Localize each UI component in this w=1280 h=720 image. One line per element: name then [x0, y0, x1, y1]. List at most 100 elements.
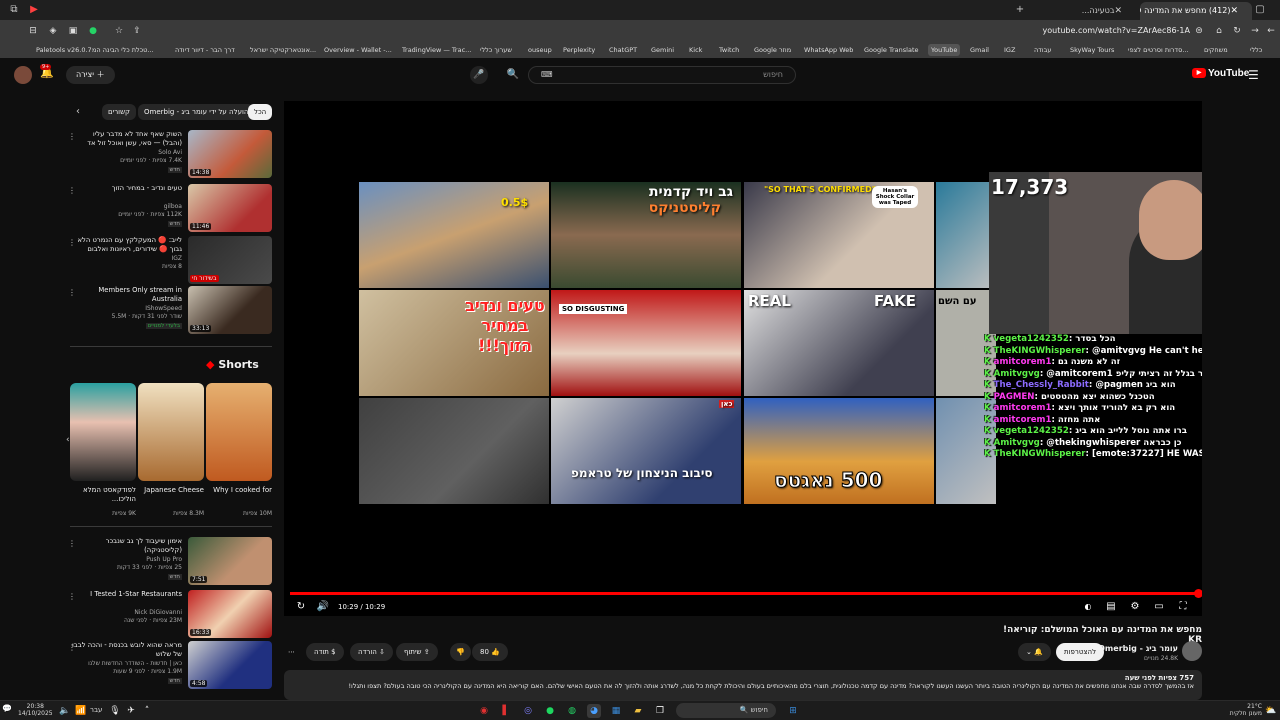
- bookmark-item[interactable]: Paletools v26.0.7: [36, 44, 92, 56]
- bookmark-item[interactable]: Twitch: [719, 44, 739, 56]
- more-options-icon[interactable]: ⋮: [68, 643, 76, 652]
- volume-icon[interactable]: 🔊: [316, 600, 330, 614]
- task-view-icon[interactable]: ❐: [653, 704, 667, 718]
- notification-bell-button[interactable]: 🔔 ⌄: [1018, 643, 1051, 661]
- network-tray-icon[interactable]: 📶: [74, 704, 88, 718]
- app-icon[interactable]: ▌: [499, 704, 513, 718]
- window-menu-icon[interactable]: ⧉: [4, 0, 24, 20]
- channel-name[interactable]: IShowSpeed: [72, 305, 182, 312]
- bookmark-item[interactable]: Perplexity: [563, 44, 595, 56]
- thanks-button[interactable]: $ תודה: [306, 643, 344, 661]
- video-thumbnail[interactable]: 33:13: [188, 286, 272, 334]
- video-player[interactable]: 0.5$ גב ויד קדמית קליסטניקס "SO THAT'S C…: [284, 101, 1202, 616]
- channel-avatar[interactable]: [1182, 641, 1202, 661]
- youtube-tab-icon[interactable]: ▶: [24, 0, 44, 20]
- system-clock[interactable]: 20:38 14/10/2025: [18, 703, 53, 717]
- list-item[interactable]: 16:33 I Tested 1-Star Restaurants Nick D…: [66, 590, 272, 638]
- chevron-left-icon[interactable]: ‹: [76, 106, 80, 117]
- microphone-icon[interactable]: 🎤: [470, 66, 488, 84]
- bookmark-item[interactable]: WhatsApp Web: [804, 44, 853, 56]
- bookmark-item[interactable]: Google מוזר: [754, 44, 791, 56]
- download-button[interactable]: ⇩ הורדה: [350, 643, 393, 661]
- channel-name[interactable]: Push Up Pro: [72, 556, 182, 563]
- extensions-icon[interactable]: ▣: [66, 24, 80, 38]
- tab-loading[interactable]: ✕בטעינה...: [1040, 2, 1136, 20]
- video-title[interactable]: לייב: 🔴 המעקלקץ עם הנמרט הלא גבוך 🔴 שידו…: [72, 236, 182, 254]
- hamburger-menu-icon[interactable]: ☰: [1248, 68, 1259, 82]
- video-title[interactable]: השוק שאף אחד לא מדבר עליו (והבל) — סאי, …: [72, 130, 182, 148]
- video-thumbnail[interactable]: בשידור חי: [188, 236, 272, 284]
- short-title[interactable]: לפודקאסט המלא הוליכו...: [70, 486, 136, 504]
- fullscreen-icon[interactable]: ⛶: [1176, 600, 1190, 614]
- bookmark-item[interactable]: IGZ: [1004, 44, 1015, 56]
- settings-gear-icon[interactable]: ⚙: [1128, 600, 1142, 614]
- bookmark-item[interactable]: אונטארקטיקה ישראל...: [250, 44, 316, 56]
- channel-name[interactable]: Solo Avi: [72, 149, 182, 156]
- whatsapp-taskbar-icon[interactable]: ◍: [565, 704, 579, 718]
- bookmark-item[interactable]: ChatGPT: [609, 44, 637, 56]
- tab-active[interactable]: ✕(412) מחפש את המדינה עם הא...: [1140, 2, 1252, 20]
- list-item[interactable]: בשידור חי לייב: 🔴 המעקלקץ עם הנמרט הלא ג…: [66, 236, 272, 284]
- subtitles-icon[interactable]: ▤: [1104, 600, 1118, 614]
- whatsapp-icon[interactable]: ●: [86, 24, 100, 38]
- sidebar-toggle-icon[interactable]: ⊟: [26, 24, 40, 38]
- bookmark-item[interactable]: Gemini: [651, 44, 674, 56]
- video-title[interactable]: מראה שהוא לובש בכנסת - והכה לבבו של שלוש: [72, 641, 182, 659]
- notification-icon[interactable]: 💬: [2, 704, 12, 718]
- maximize-icon[interactable]: ▢: [1250, 0, 1270, 20]
- more-options-icon[interactable]: ⋮: [68, 592, 76, 601]
- new-tab-icon[interactable]: +: [1010, 0, 1030, 20]
- join-button[interactable]: להצטרפות: [1056, 643, 1105, 661]
- url-field[interactable]: youtube.com/watch?v=ZArAec86-1A: [1040, 24, 1191, 38]
- progress-scrubber[interactable]: [1194, 589, 1202, 598]
- volume-tray-icon[interactable]: 🔈: [58, 704, 72, 718]
- more-actions-icon[interactable]: ⋯: [284, 643, 299, 661]
- telegram-tray-icon[interactable]: ✈: [124, 704, 138, 718]
- chevron-left-icon[interactable]: ‹: [66, 435, 70, 445]
- bookmark-item[interactable]: כללי: [1250, 44, 1262, 56]
- file-explorer-icon[interactable]: ▰: [631, 704, 645, 718]
- list-item[interactable]: 7:51 אימון שיעבוד לך גב שנבכר (קליסטניקה…: [66, 537, 272, 585]
- bookmark-item[interactable]: Gmail: [970, 44, 989, 56]
- short-title[interactable]: Japanese Cheese: [138, 486, 204, 504]
- bookmark-item[interactable]: Google Translate: [864, 44, 919, 56]
- bookmark-item[interactable]: שערוך כללי: [480, 44, 512, 56]
- video-title[interactable]: טעים ונדיב - במחיר הזוך: [72, 184, 182, 193]
- video-thumbnail[interactable]: 4:58: [188, 641, 272, 689]
- short-title[interactable]: Why I cooked for: [206, 486, 272, 504]
- list-item[interactable]: 33:13 Members Only stream in Australia I…: [66, 286, 272, 338]
- chip-related[interactable]: קשורים: [102, 104, 136, 120]
- language-indicator[interactable]: עבר: [90, 706, 102, 714]
- channel-name[interactable]: Nick DiGiovanni: [72, 609, 182, 616]
- video-title[interactable]: I Tested 1-Star Restaurants: [72, 590, 182, 599]
- video-thumbnail[interactable]: 14:38: [188, 130, 272, 178]
- forward-icon[interactable]: →: [1248, 24, 1262, 38]
- replay-icon[interactable]: ↻: [294, 600, 308, 614]
- list-item[interactable]: 11:46 טעים ונדיב - במחיר הזוך gilboa 112…: [66, 184, 272, 232]
- video-title[interactable]: Members Only stream in Australia: [72, 286, 182, 304]
- dislike-button[interactable]: 👎: [450, 643, 471, 661]
- video-thumbnail[interactable]: 16:33: [188, 590, 272, 638]
- list-item[interactable]: 14:38 השוק שאף אחד לא מדבר עליו (והבל) —…: [66, 130, 272, 178]
- bookmark-item[interactable]: עבודה: [1034, 44, 1051, 56]
- site-info-icon[interactable]: ⊜: [1192, 24, 1206, 38]
- channel-name[interactable]: gilboa: [72, 203, 182, 210]
- bookmark-item[interactable]: סדרות וסרטים לצפי...: [1128, 44, 1189, 56]
- search-icon[interactable]: 🔍: [500, 66, 526, 84]
- share-button[interactable]: ⇪ שיתוף: [396, 643, 438, 661]
- bookmark-item[interactable]: SkyWay Tours: [1070, 44, 1114, 56]
- share-icon[interactable]: ⇪: [130, 24, 144, 38]
- bookmark-item[interactable]: Kick: [689, 44, 702, 56]
- copilot-icon[interactable]: ◈: [46, 24, 60, 38]
- chrome-icon[interactable]: ◕: [587, 704, 601, 718]
- avatar[interactable]: [14, 66, 32, 84]
- opera-icon[interactable]: ◉: [477, 704, 491, 718]
- bookmark-item[interactable]: דרך הבר - דיוור דיודה: [175, 44, 235, 56]
- mic-tray-icon[interactable]: 🎙: [108, 704, 122, 718]
- like-button[interactable]: 👍 80: [472, 643, 508, 661]
- weather-widget[interactable]: 21°C מעונן חלקית: [1212, 703, 1262, 717]
- bookmark-item-youtube[interactable]: YouTube: [928, 44, 961, 56]
- more-options-icon[interactable]: ⋮: [68, 132, 76, 141]
- more-options-icon[interactable]: ⋮: [68, 238, 76, 247]
- more-options-icon[interactable]: ⋮: [68, 288, 76, 297]
